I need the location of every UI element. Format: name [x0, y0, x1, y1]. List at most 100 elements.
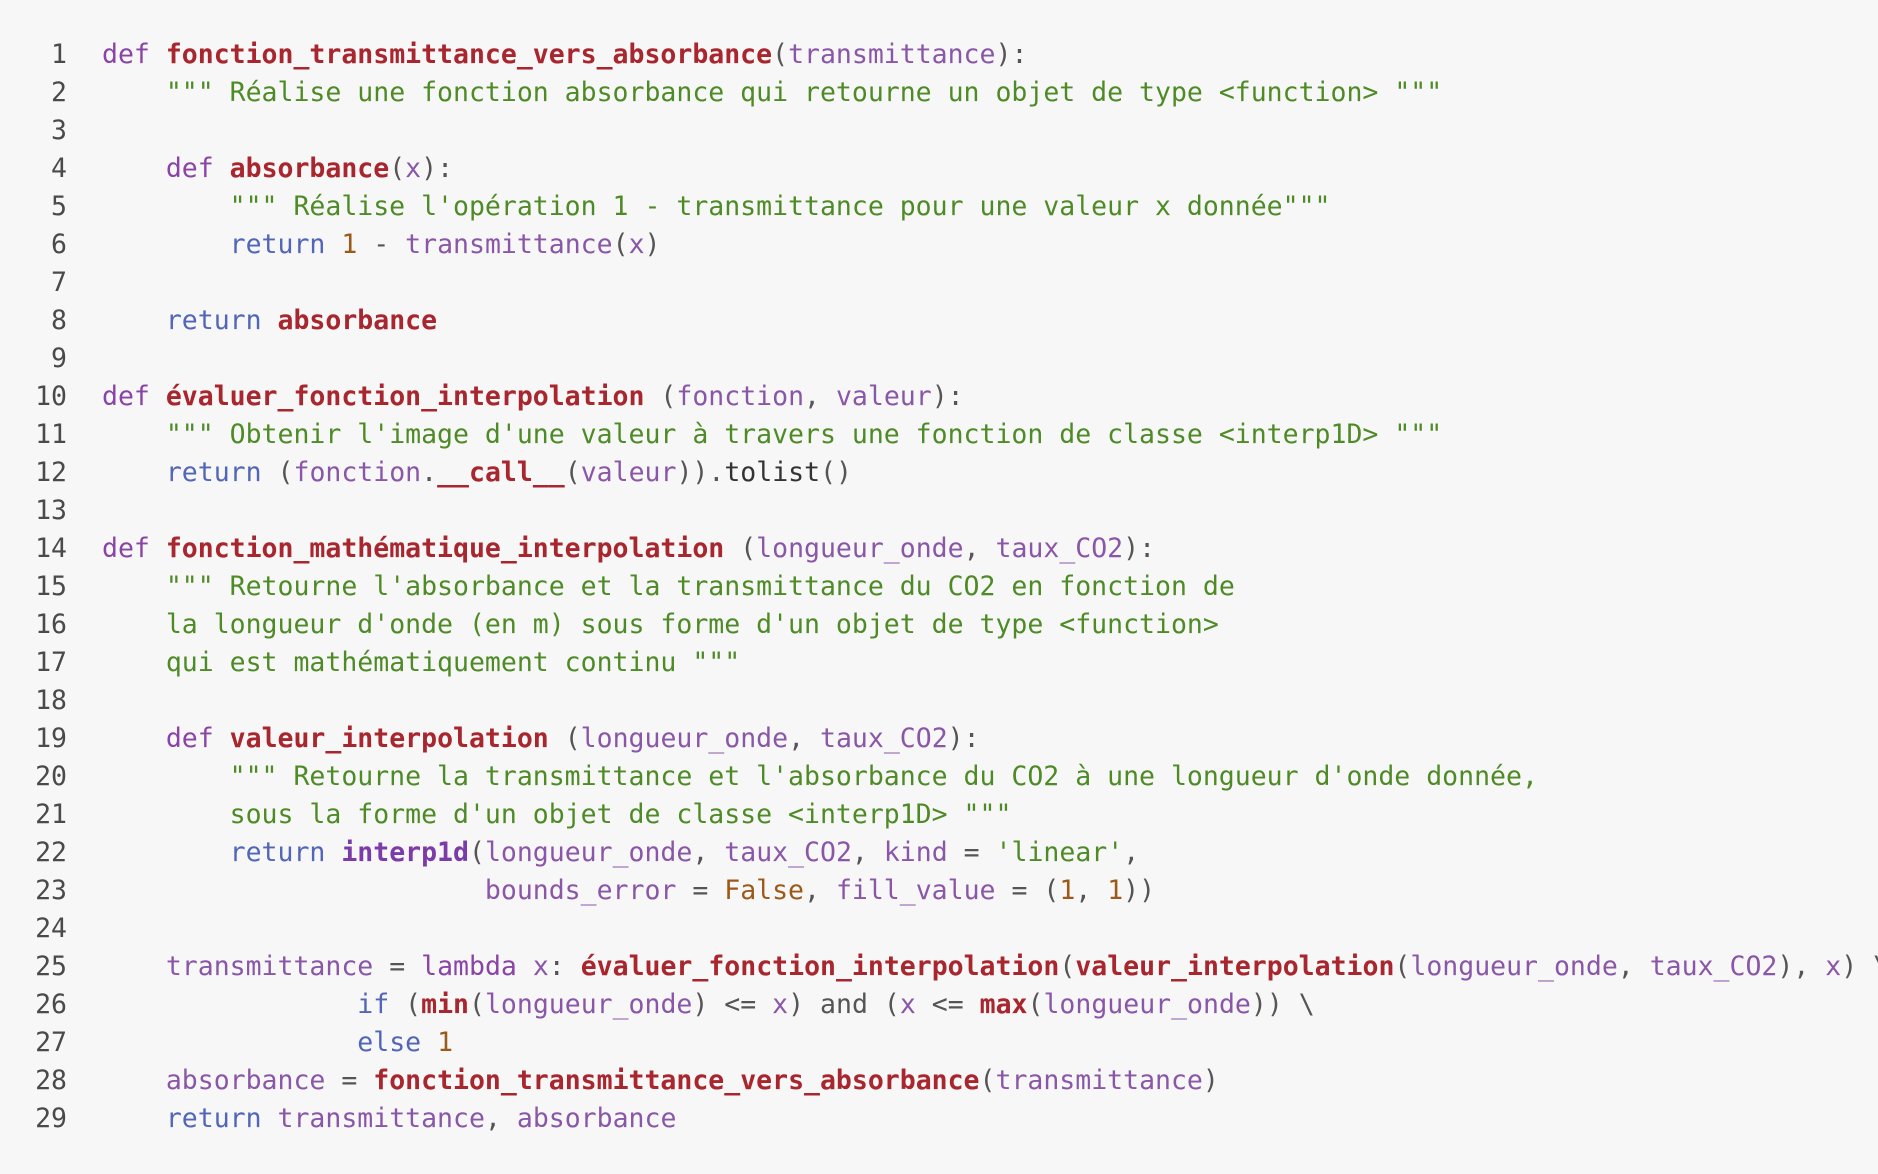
- code-token: lambda: [421, 951, 533, 982]
- line-number: 26: [35, 989, 67, 1020]
- line-number: 8: [51, 305, 67, 336]
- line-number: 9: [51, 343, 67, 374]
- code-editor[interactable]: 1 def fonction_transmittance_vers_absorba…: [0, 0, 1878, 1174]
- code-token: if: [357, 989, 406, 1020]
- code-token: ,: [804, 875, 836, 906]
- line-text: """ Retourne la transmittance et l'absor…: [67, 758, 1538, 796]
- code-token: (: [548, 723, 581, 754]
- code-token: 1: [1059, 875, 1076, 906]
- code-token: (: [612, 229, 629, 260]
- line-number: 5: [51, 191, 67, 222]
- code-token: valeur: [580, 457, 677, 488]
- line-number: 10: [35, 381, 67, 412]
- line-text: la longueur d'onde (en m) sous forme d'u…: [67, 606, 1219, 644]
- line-text: bounds_error = False, fill_value = (1, 1…: [67, 872, 1155, 910]
- code-token: bounds_error: [484, 875, 677, 906]
- code-token: ,: [1123, 837, 1140, 868]
- code-token: = (: [995, 875, 1060, 906]
- code-line: 24: [0, 910, 1878, 948]
- code-token: absorbance: [516, 1103, 677, 1134]
- code-token: 1: [341, 229, 358, 260]
- code-line: 26 if (min(longueur_onde) <= x) and (x <…: [0, 986, 1878, 1024]
- code-token: interp1d: [341, 837, 469, 868]
- code-line: 25 transmittance = lambda x: évaluer_fon…: [0, 948, 1878, 986]
- code-token: =: [947, 837, 996, 868]
- code-token: tolist: [724, 457, 821, 488]
- line-number: 22: [35, 837, 67, 868]
- code-token: __call__: [437, 457, 565, 488]
- code-token: la longueur d'onde (en m) sous forme d'u…: [165, 609, 1219, 640]
- code-token: return: [165, 457, 278, 488]
- code-token: ,: [804, 381, 836, 412]
- line-number: 15: [35, 571, 67, 602]
- code-token: """ Obtenir l'image d'une valeur à trave…: [165, 419, 1443, 450]
- code-token: transmittance: [405, 229, 613, 260]
- code-token: évaluer_fonction_interpolation: [165, 381, 645, 412]
- code-token: valeur_interpolation: [229, 723, 549, 754]
- code-token: fonction_mathématique_interpolation: [165, 533, 725, 564]
- code-token: valeur: [835, 381, 932, 412]
- line-text: absorbance = fonction_transmittance_vers…: [67, 1062, 1219, 1100]
- code-token: fonction_transmittance_vers_absorbance: [373, 1065, 980, 1096]
- code-token: def: [102, 533, 166, 564]
- code-line: 5 """ Réalise l'opération 1 - transmitta…: [0, 188, 1878, 226]
- code-token: ):: [1123, 533, 1156, 564]
- code-token: <=: [915, 989, 980, 1020]
- code-token: longueur_onde: [484, 837, 693, 868]
- line-text: def évaluer_fonction_interpolation (fonc…: [67, 378, 964, 416]
- code-token: """ Réalise une fonction absorbance qui …: [165, 77, 1443, 108]
- code-token: -: [357, 229, 406, 260]
- code-token: ) <=: [692, 989, 773, 1020]
- line-number: 28: [35, 1065, 67, 1096]
- line-text: qui est mathématiquement continu """: [67, 644, 740, 682]
- code-token: (: [277, 457, 294, 488]
- code-token: ).: [692, 457, 725, 488]
- code-token: longueur_onde: [484, 989, 693, 1020]
- code-line: 18: [0, 682, 1878, 720]
- code-token: """ Retourne l'absorbance et la transmit…: [165, 571, 1235, 602]
- code-token: (: [1394, 951, 1411, 982]
- line-text: else 1: [67, 1024, 453, 1062]
- code-token: def: [102, 381, 166, 412]
- line-text: return interp1d(longueur_onde, taux_CO2,…: [67, 834, 1140, 872]
- code-token: fonction: [676, 381, 805, 412]
- code-block: 1 def fonction_transmittance_vers_absorba…: [0, 36, 1878, 1138]
- code-token: ):: [421, 153, 454, 184]
- code-token: transmittance: [165, 951, 374, 982]
- line-text: return transmittance, absorbance: [67, 1100, 677, 1138]
- code-token: évaluer_fonction_interpolation: [580, 951, 1060, 982]
- code-line: 23 bounds_error = False, fill_value = (1…: [0, 872, 1878, 910]
- code-token: ,: [851, 837, 884, 868]
- code-line: 6 return 1 - transmittance(x): [0, 226, 1878, 264]
- code-token: :: [548, 951, 581, 982]
- line-number: 24: [35, 913, 67, 944]
- line-number: 7: [51, 267, 67, 298]
- line-text: [67, 682, 102, 720]
- line-text: [67, 264, 102, 302]
- line-text: def valeur_interpolation (longueur_onde,…: [67, 720, 980, 758]
- code-token: (: [644, 381, 677, 412]
- code-token: x: [1825, 951, 1842, 982]
- code-token: absorbance: [277, 305, 438, 336]
- line-number: 11: [35, 419, 67, 450]
- code-line: 29 return transmittance, absorbance: [0, 1100, 1878, 1138]
- code-line: 27 else 1: [0, 1024, 1878, 1062]
- line-number: 14: [35, 533, 67, 564]
- code-token: return: [165, 305, 278, 336]
- code-token: taux_CO2: [820, 723, 948, 754]
- line-text: def absorbance(x):: [67, 150, 453, 188]
- code-token: (: [979, 1065, 996, 1096]
- code-token: """ Réalise l'opération 1 - transmittanc…: [229, 191, 1331, 222]
- line-text: return 1 - transmittance(x): [67, 226, 661, 264]
- line-number: 23: [35, 875, 67, 906]
- code-token: ): [1202, 1065, 1219, 1096]
